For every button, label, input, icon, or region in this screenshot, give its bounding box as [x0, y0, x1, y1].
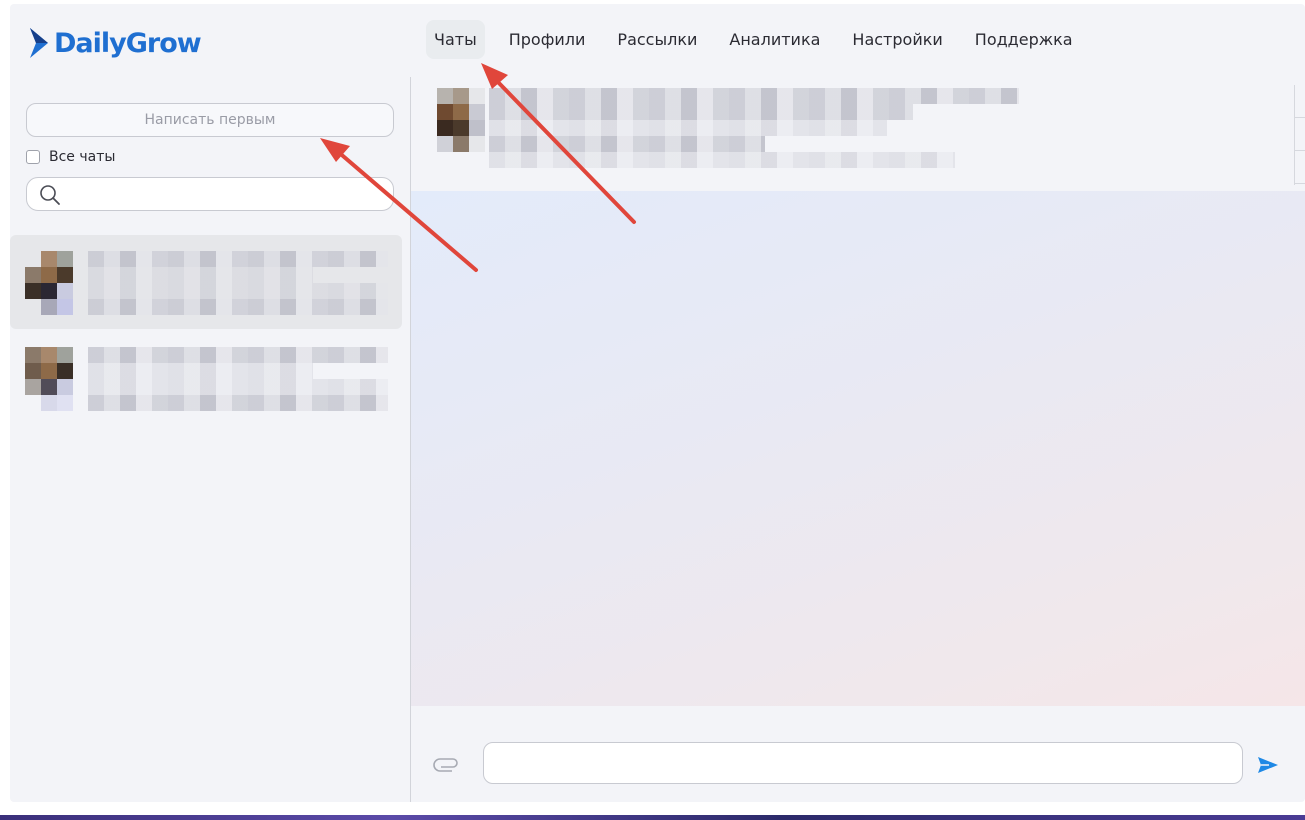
send-icon[interactable] — [1256, 755, 1280, 775]
brand-name: DailyGrow — [54, 27, 202, 59]
chat-list-item[interactable] — [10, 235, 402, 329]
message-input[interactable] — [483, 742, 1243, 784]
avatar — [25, 347, 75, 411]
search-icon — [40, 185, 60, 205]
logo-chevron-icon — [30, 28, 48, 58]
conversation-panel — [411, 77, 1305, 802]
all-chats-toggle[interactable]: Все чаты — [26, 149, 115, 165]
chat-preview-blurred — [88, 347, 388, 411]
paperclip-icon[interactable] — [433, 757, 459, 773]
nav-tab-analytics[interactable]: Аналитика — [721, 20, 828, 59]
desktop-background-strip — [0, 812, 1305, 820]
chat-sidebar: Написать первым Все чаты — [10, 77, 410, 802]
all-chats-checkbox[interactable] — [26, 150, 40, 164]
message-composer — [411, 706, 1305, 802]
all-chats-label: Все чаты — [49, 149, 116, 165]
chat-list-item[interactable] — [10, 331, 402, 425]
brand-logo[interactable]: DailyGrow — [28, 26, 202, 60]
nav-tab-chats[interactable]: Чаты — [426, 20, 485, 59]
message-area — [411, 191, 1305, 706]
nav-tab-settings[interactable]: Настройки — [844, 20, 950, 59]
contact-avatar[interactable] — [437, 88, 485, 152]
app-window: DailyGrow Чаты Профили Рассылки Аналитик… — [10, 4, 1305, 802]
write-first-button[interactable]: Написать первым — [26, 103, 394, 137]
contact-info-blurred — [489, 88, 1019, 168]
avatar — [25, 251, 75, 315]
search-input[interactable] — [26, 177, 394, 211]
nav-tab-mailings[interactable]: Рассылки — [609, 20, 705, 59]
nav-tab-profiles[interactable]: Профили — [501, 20, 594, 59]
chat-list — [10, 235, 402, 427]
header-side-rail — [1294, 85, 1305, 185]
nav-tab-support[interactable]: Поддержка — [967, 20, 1081, 59]
main-nav: Чаты Профили Рассылки Аналитика Настройк… — [426, 20, 1097, 59]
conversation-header — [411, 77, 1305, 191]
chat-preview-blurred — [88, 251, 388, 315]
